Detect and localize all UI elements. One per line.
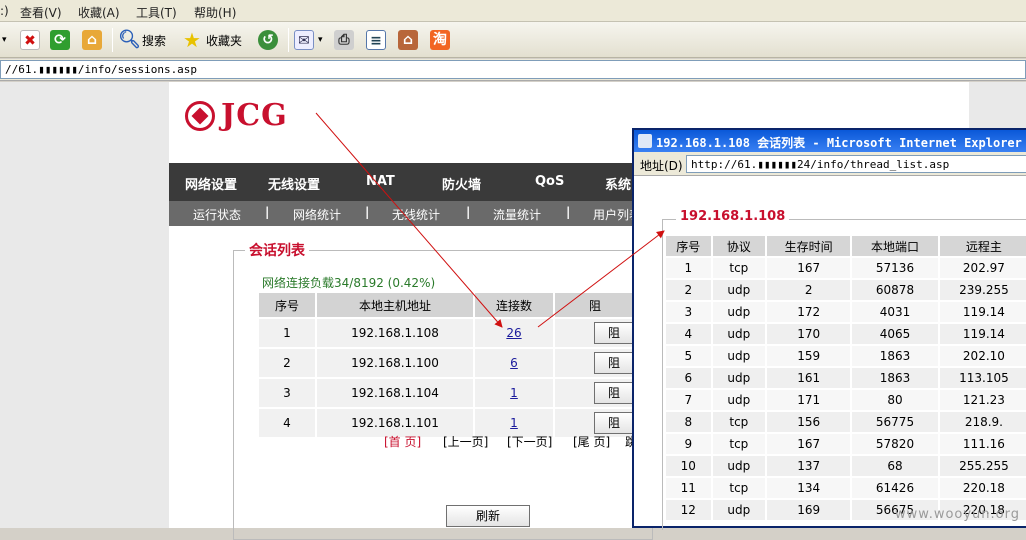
annotation-arrows [0,0,1026,528]
arrow-logo-to-count [316,113,502,327]
watermark: www.wooyun.org [895,507,1020,522]
arrow-count-to-popup [538,231,664,327]
